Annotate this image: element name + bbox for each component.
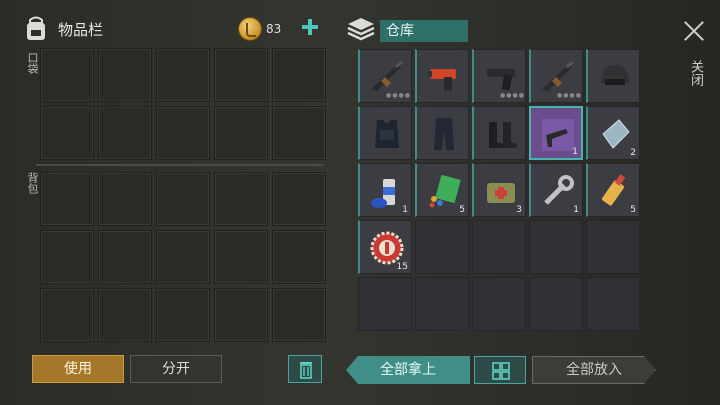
warehouse-item-slot[interactable] [415, 106, 469, 160]
coin-icon [238, 17, 262, 41]
warehouse-item-slot[interactable]: ●●●● [472, 49, 526, 103]
item-quantity: 1 [402, 205, 408, 215]
durability-dots: ●●●● [386, 92, 411, 99]
warehouse-item-slot[interactable] [586, 49, 640, 103]
warehouse-item-slot[interactable] [472, 106, 526, 160]
backpack-slot[interactable] [214, 288, 268, 342]
warehouse-item-slot[interactable]: 2 [586, 106, 640, 160]
warehouse-empty-slot[interactable] [586, 277, 640, 331]
backpack-label: 背包 [26, 172, 39, 194]
trash-icon [300, 362, 312, 379]
warehouse-empty-slot[interactable] [529, 220, 583, 274]
warehouse-item-slot[interactable] [358, 106, 412, 160]
warehouse-item-slot[interactable]: 5 [586, 163, 640, 217]
backpack-slot[interactable] [272, 172, 326, 226]
warehouse-item-slot[interactable]: 1 [529, 106, 583, 160]
coin-count: 83 [266, 22, 282, 36]
put-all-border [532, 356, 656, 384]
item-quantity: 15 [396, 262, 408, 272]
item-quantity: 1 [572, 147, 578, 157]
pocket-slot[interactable] [272, 106, 326, 160]
warehouse-item-slot[interactable]: 3 [472, 163, 526, 217]
backpack-icon [22, 16, 50, 42]
warehouse-empty-slot[interactable] [586, 220, 640, 274]
close-icon[interactable] [683, 20, 705, 42]
pocket-label: 口袋 [26, 52, 39, 74]
sort-grid-button[interactable] [474, 356, 526, 384]
warehouse-icon [346, 16, 376, 44]
divider [36, 164, 324, 166]
warehouse-grid: ●●●● ●●●● ●●●● 1 2 1 5 3 1 5 15 [358, 49, 640, 331]
warehouse-item-slot[interactable]: 1 [358, 163, 412, 217]
backpack-slot[interactable] [98, 288, 152, 342]
pocket-slot[interactable] [98, 48, 152, 102]
pocket-slot[interactable] [40, 48, 94, 102]
warehouse-item-slot[interactable] [415, 49, 469, 103]
pocket-slot[interactable] [214, 48, 268, 102]
pocket-grid [40, 48, 326, 160]
close-label[interactable]: 关闭 [686, 60, 705, 86]
backpack-slot[interactable] [40, 172, 94, 226]
backpack-slot[interactable] [272, 230, 326, 284]
warehouse-empty-slot[interactable] [358, 277, 412, 331]
warehouse-empty-slot[interactable] [472, 220, 526, 274]
backpack-grid [40, 172, 326, 342]
trash-button[interactable] [288, 355, 322, 383]
durability-dots: ●●●● [557, 92, 582, 99]
warehouse-title: 仓库 [380, 20, 468, 42]
durability-dots: ●●●● [500, 92, 525, 99]
pocket-slot[interactable] [98, 106, 152, 160]
backpack-slot[interactable] [156, 288, 210, 342]
item-quantity: 1 [573, 205, 579, 215]
backpack-slot[interactable] [156, 172, 210, 226]
backpack-slot[interactable] [214, 172, 268, 226]
backpack-slot[interactable] [214, 230, 268, 284]
split-button[interactable]: 分开 [130, 355, 222, 383]
inventory-title: 物品栏 [58, 20, 104, 39]
warehouse-item-slot[interactable]: 15 [358, 220, 412, 274]
backpack-slot[interactable] [272, 288, 326, 342]
backpack-slot[interactable] [40, 230, 94, 284]
grid-icon [492, 362, 510, 380]
warehouse-empty-slot[interactable] [415, 220, 469, 274]
warehouse-empty-slot[interactable] [415, 277, 469, 331]
backpack-slot[interactable] [98, 230, 152, 284]
item-quantity: 5 [459, 205, 465, 215]
use-button[interactable]: 使用 [32, 355, 124, 383]
item-quantity: 2 [630, 148, 636, 158]
warehouse-item-slot[interactable]: ●●●● [358, 49, 412, 103]
pocket-slot[interactable] [272, 48, 326, 102]
backpack-slot[interactable] [156, 230, 210, 284]
warehouse-item-slot[interactable]: 5 [415, 163, 469, 217]
add-coins-button[interactable] [300, 17, 320, 37]
item-quantity: 5 [630, 205, 636, 215]
warehouse-item-slot[interactable]: ●●●● [529, 49, 583, 103]
warehouse-empty-slot[interactable] [529, 277, 583, 331]
warehouse-empty-slot[interactable] [472, 277, 526, 331]
pocket-slot[interactable] [40, 106, 94, 160]
backpack-slot[interactable] [98, 172, 152, 226]
pocket-slot[interactable] [214, 106, 268, 160]
inventory-header: 物品栏 [22, 14, 103, 44]
pocket-slot[interactable] [156, 48, 210, 102]
item-quantity: 3 [516, 205, 522, 215]
take-all-button[interactable]: 全部拿上 [346, 356, 470, 384]
warehouse-item-slot[interactable]: 1 [529, 163, 583, 217]
backpack-slot[interactable] [40, 288, 94, 342]
pocket-slot[interactable] [156, 106, 210, 160]
